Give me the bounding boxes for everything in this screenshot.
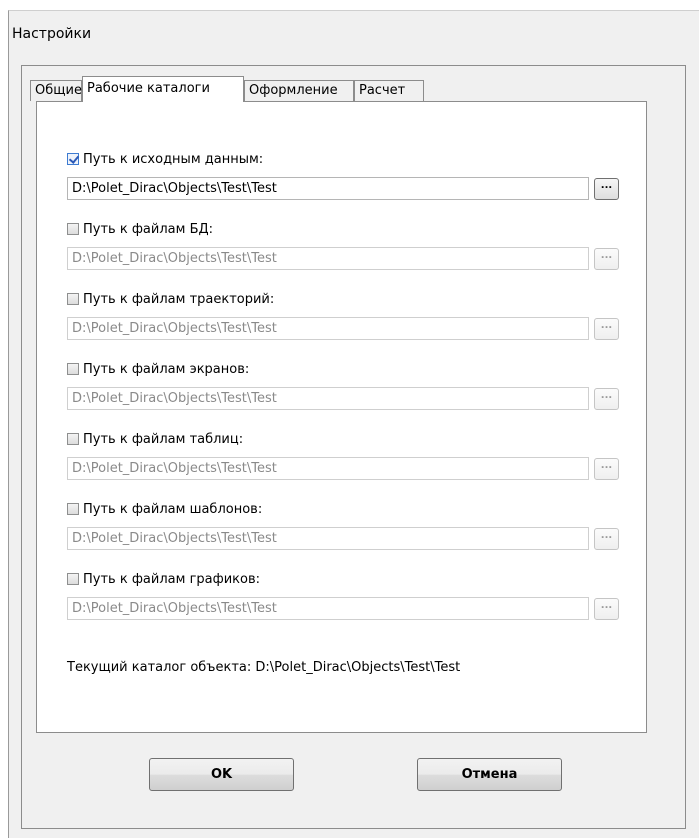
cancel-button[interactable]: Отмена bbox=[417, 758, 562, 791]
path-input[interactable]: D:\Polet_Dirac\Objects\Test\Test bbox=[67, 527, 589, 550]
path-input[interactable]: D:\Polet_Dirac\Objects\Test\Test bbox=[67, 247, 589, 270]
current-object-dir: Текущий каталог объекта: D:\Polet_Dirac\… bbox=[67, 660, 461, 675]
browse-button[interactable]: ... bbox=[594, 318, 619, 340]
path-checkbox-row[interactable]: Путь к файлам БД: bbox=[67, 220, 213, 238]
working-dirs-panel: Путь к исходным данным: D:\Polet_Dirac\Ob… bbox=[36, 101, 647, 733]
path-input[interactable]: D:\Polet_Dirac\Objects\Test\Test bbox=[67, 597, 589, 620]
path-checkbox-row[interactable]: Путь к исходным данным: bbox=[67, 150, 263, 168]
path-checkbox-label: Путь к файлам экранов: bbox=[83, 361, 250, 377]
browse-button[interactable]: ... bbox=[594, 458, 619, 480]
path-checkbox[interactable] bbox=[67, 153, 79, 165]
browse-button[interactable]: ... bbox=[594, 248, 619, 270]
path-checkbox-label: Путь к файлам графиков: bbox=[83, 571, 261, 587]
path-checkbox-label: Путь к файлам БД: bbox=[83, 221, 214, 237]
path-checkbox[interactable] bbox=[67, 363, 79, 375]
window-title: Настройки bbox=[12, 26, 92, 42]
path-row: Путь к файлам экранов: D:\Polet_Dirac\Obj… bbox=[67, 360, 619, 410]
path-input[interactable]: D:\Polet_Dirac\Objects\Test\Test bbox=[67, 457, 589, 480]
path-row: Путь к файлам шаблонов: D:\Polet_Dirac\Ob… bbox=[67, 500, 619, 550]
path-checkbox-label: Путь к исходным данным: bbox=[83, 151, 264, 167]
path-row: Путь к файлам БД: D:\Polet_Dirac\Objects\… bbox=[67, 220, 619, 270]
path-row: Путь к файлам таблиц: D:\Polet_Dirac\Obje… bbox=[67, 430, 619, 480]
path-input[interactable]: D:\Polet_Dirac\Objects\Test\Test bbox=[67, 387, 589, 410]
path-checkbox-row[interactable]: Путь к файлам графиков: bbox=[67, 570, 260, 588]
path-checkbox-row[interactable]: Путь к файлам траекторий: bbox=[67, 290, 274, 308]
path-checkbox-row[interactable]: Путь к файлам экранов: bbox=[67, 360, 249, 378]
tab-appearance[interactable]: Оформление bbox=[244, 80, 354, 101]
path-checkbox-label: Путь к файлам таблиц: bbox=[83, 431, 244, 447]
path-checkbox[interactable] bbox=[67, 293, 79, 305]
tab-calculation[interactable]: Расчет bbox=[354, 80, 424, 101]
path-checkbox[interactable] bbox=[67, 433, 79, 445]
path-row: Путь к файлам траекторий: D:\Polet_Dirac\… bbox=[67, 290, 619, 340]
browse-button[interactable]: ... bbox=[594, 388, 619, 410]
ok-button[interactable]: OK bbox=[149, 758, 294, 791]
path-checkbox-label: Путь к файлам траекторий: bbox=[83, 291, 275, 307]
path-checkbox-row[interactable]: Путь к файлам шаблонов: bbox=[67, 500, 262, 518]
path-input[interactable]: D:\Polet_Dirac\Objects\Test\Test bbox=[67, 177, 589, 200]
path-checkbox-label: Путь к файлам шаблонов: bbox=[83, 501, 263, 517]
path-row: Путь к исходным данным: D:\Polet_Dirac\Ob… bbox=[67, 150, 619, 200]
path-checkbox[interactable] bbox=[67, 223, 79, 235]
path-checkbox-row[interactable]: Путь к файлам таблиц: bbox=[67, 430, 243, 448]
tab-general[interactable]: Общие bbox=[30, 80, 82, 101]
browse-button[interactable]: ... bbox=[594, 528, 619, 550]
browse-button[interactable]: ... bbox=[594, 598, 619, 620]
path-checkbox[interactable] bbox=[67, 573, 79, 585]
path-checkbox[interactable] bbox=[67, 503, 79, 515]
path-input[interactable]: D:\Polet_Dirac\Objects\Test\Test bbox=[67, 317, 589, 340]
tab-working-dirs[interactable]: Рабочие каталоги bbox=[82, 76, 244, 102]
path-row: Путь к файлам графиков: D:\Polet_Dirac\Ob… bbox=[67, 570, 619, 620]
browse-button[interactable]: ... bbox=[594, 178, 619, 200]
